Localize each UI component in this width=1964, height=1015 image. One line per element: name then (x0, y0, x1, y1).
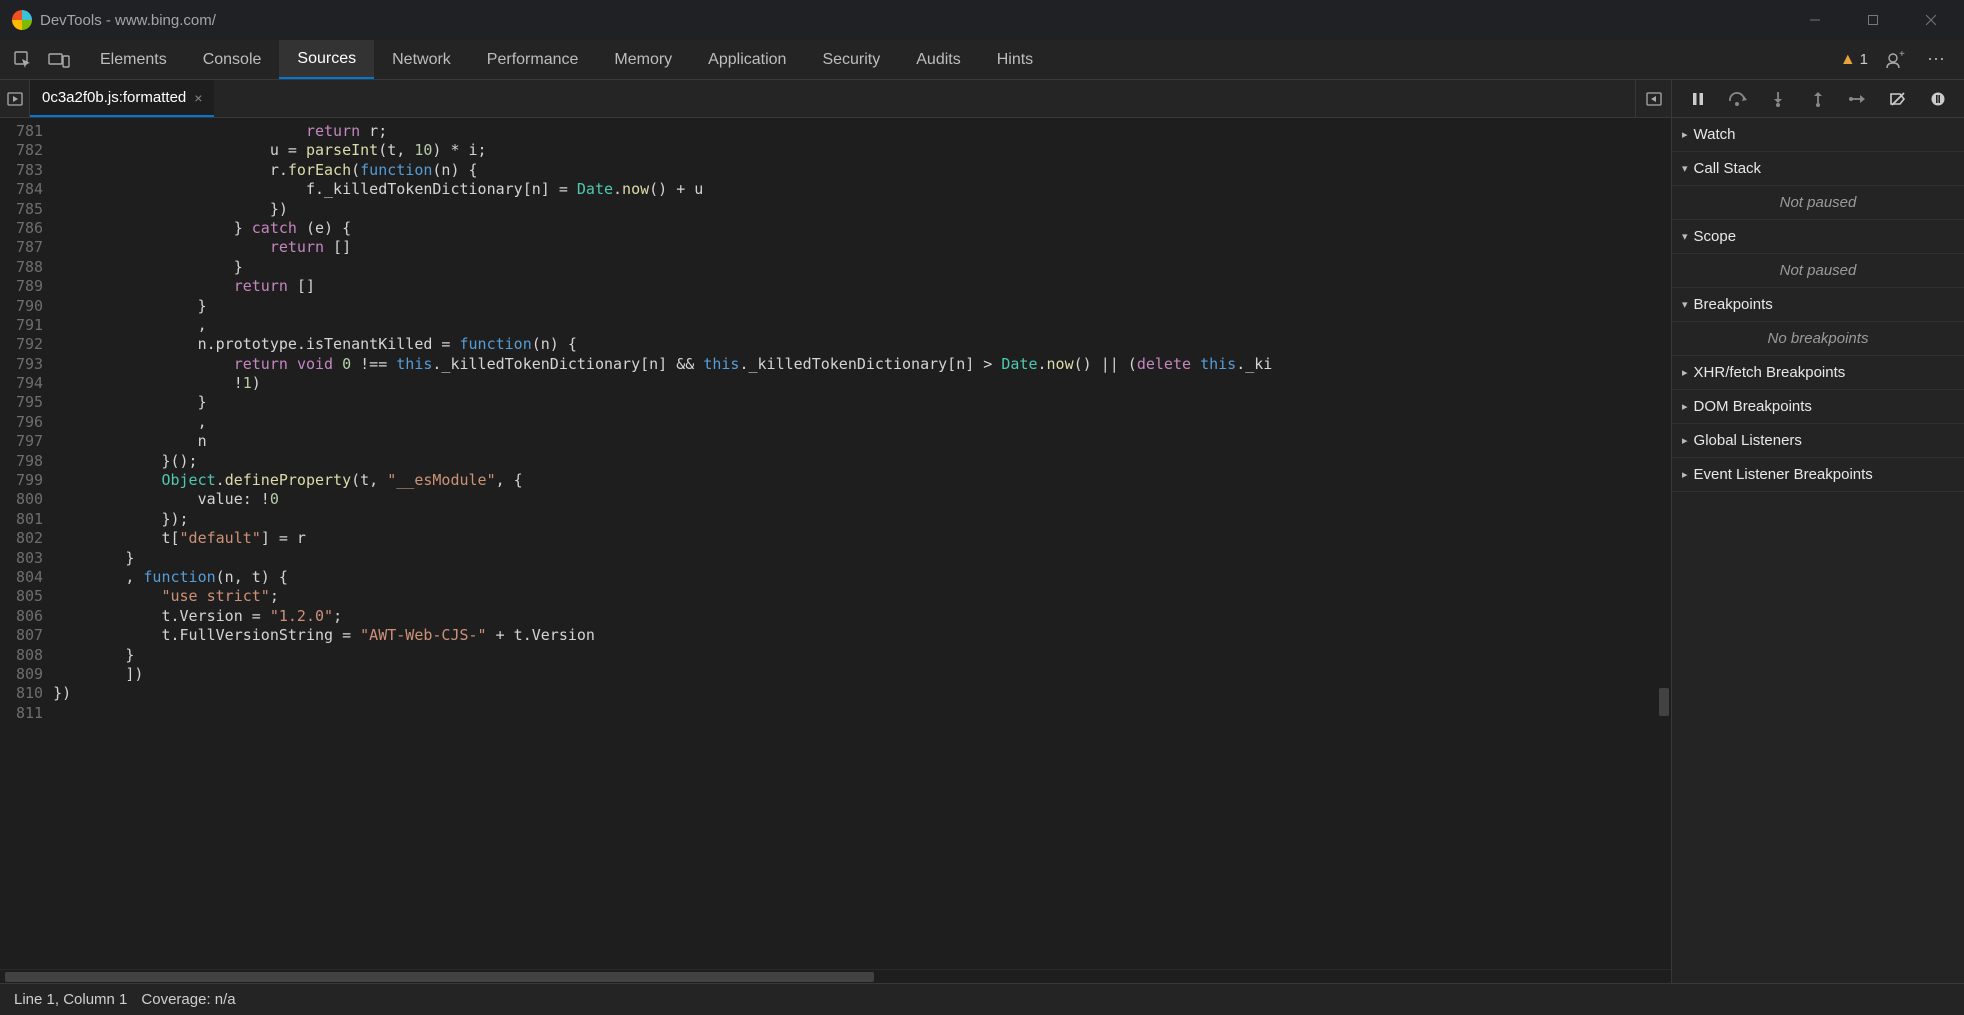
code-editor[interactable]: 7817827837847857867877887897907917927937… (0, 118, 1671, 969)
debug-section-body-breakpoints: No breakpoints (1672, 322, 1964, 356)
debug-section-scope[interactable]: Scope (1672, 220, 1964, 254)
tab-audits[interactable]: Audits (898, 40, 978, 79)
debug-section-label: XHR/fetch Breakpoints (1694, 364, 1846, 381)
file-tab-name: 0c3a2f0b.js:formatted (42, 89, 186, 106)
close-button[interactable] (1902, 0, 1960, 40)
coverage-status: Coverage: n/a (141, 991, 235, 1008)
debug-section-breakpoints[interactable]: Breakpoints (1672, 288, 1964, 322)
debug-section-label: Watch (1694, 126, 1736, 143)
step-out-button[interactable] (1804, 85, 1832, 113)
debugger-toolbar (1672, 80, 1964, 118)
debug-section-label: Global Listeners (1694, 432, 1802, 449)
debug-sections: Watch Call Stack Not paused Scope Not paused… (1672, 118, 1964, 983)
minimize-button[interactable] (1786, 0, 1844, 40)
cursor-position: Line 1, Column 1 (14, 991, 127, 1008)
debug-section-watch[interactable]: Watch (1672, 118, 1964, 152)
debugger-panel: Watch Call Stack Not paused Scope Not paused… (1672, 80, 1964, 983)
debug-section-callstack[interactable]: Call Stack (1672, 152, 1964, 186)
tab-memory[interactable]: Memory (596, 40, 690, 79)
file-tab[interactable]: 0c3a2f0b.js:formatted × (30, 80, 214, 117)
debug-section-body-callstack: Not paused (1672, 186, 1964, 220)
panel-tabs: ElementsConsoleSourcesNetworkPerformance… (82, 40, 1051, 79)
scrollbar-thumb[interactable] (5, 972, 874, 982)
show-debugger-icon[interactable] (1635, 80, 1671, 117)
step-over-button[interactable] (1724, 85, 1752, 113)
feedback-icon[interactable]: + (1880, 45, 1910, 75)
vertical-scrollbar[interactable] (1657, 118, 1671, 969)
editor-area: 0c3a2f0b.js:formatted × 7817827837847857… (0, 80, 1672, 983)
app-icon (12, 10, 32, 30)
horizontal-scrollbar[interactable] (0, 969, 1671, 983)
statusbar: Line 1, Column 1 Coverage: n/a (0, 983, 1964, 1015)
debug-section-body-scope: Not paused (1672, 254, 1964, 288)
editor-tabbar: 0c3a2f0b.js:formatted × (0, 80, 1671, 118)
close-tab-icon[interactable]: × (194, 90, 202, 106)
debug-section-event[interactable]: Event Listener Breakpoints (1672, 458, 1964, 492)
warning-icon: ▲ (1840, 51, 1856, 69)
debug-section-label: Event Listener Breakpoints (1694, 466, 1873, 483)
devtools-toolbar: ElementsConsoleSourcesNetworkPerformance… (0, 40, 1964, 80)
tab-network[interactable]: Network (374, 40, 469, 79)
debug-section-label: Call Stack (1694, 160, 1762, 177)
inspect-element-icon[interactable] (8, 45, 38, 75)
tab-console[interactable]: Console (185, 40, 280, 79)
device-toolbar-icon[interactable] (44, 45, 74, 75)
more-icon[interactable]: ⋯ (1922, 45, 1952, 75)
step-button[interactable] (1844, 85, 1872, 113)
debug-section-dom[interactable]: DOM Breakpoints (1672, 390, 1964, 424)
window-title: DevTools - www.bing.com/ (40, 12, 216, 29)
maximize-button[interactable] (1844, 0, 1902, 40)
warning-badge[interactable]: ▲ 1 (1840, 51, 1868, 69)
tab-security[interactable]: Security (804, 40, 898, 79)
debug-section-label: DOM Breakpoints (1694, 398, 1812, 415)
debug-section-xhr[interactable]: XHR/fetch Breakpoints (1672, 356, 1964, 390)
tab-performance[interactable]: Performance (469, 40, 597, 79)
debug-section-label: Breakpoints (1694, 296, 1773, 313)
deactivate-breakpoints-button[interactable] (1884, 85, 1912, 113)
tab-application[interactable]: Application (690, 40, 804, 79)
svg-text:+: + (1899, 50, 1905, 60)
tab-sources[interactable]: Sources (279, 40, 374, 79)
tab-elements[interactable]: Elements (82, 40, 185, 79)
show-navigator-icon[interactable] (0, 80, 30, 118)
line-gutter: 7817827837847857867877887897907917927937… (0, 118, 53, 969)
debug-section-global[interactable]: Global Listeners (1672, 424, 1964, 458)
pause-button[interactable] (1684, 85, 1712, 113)
warning-count: 1 (1860, 51, 1868, 68)
debug-section-label: Scope (1694, 228, 1737, 245)
window-titlebar: DevTools - www.bing.com/ (0, 0, 1964, 40)
step-into-button[interactable] (1764, 85, 1792, 113)
pause-on-exceptions-button[interactable] (1924, 85, 1952, 113)
code-content[interactable]: return r; u = parseInt(t, 10) * i; r.for… (53, 118, 1671, 969)
tab-hints[interactable]: Hints (979, 40, 1051, 79)
